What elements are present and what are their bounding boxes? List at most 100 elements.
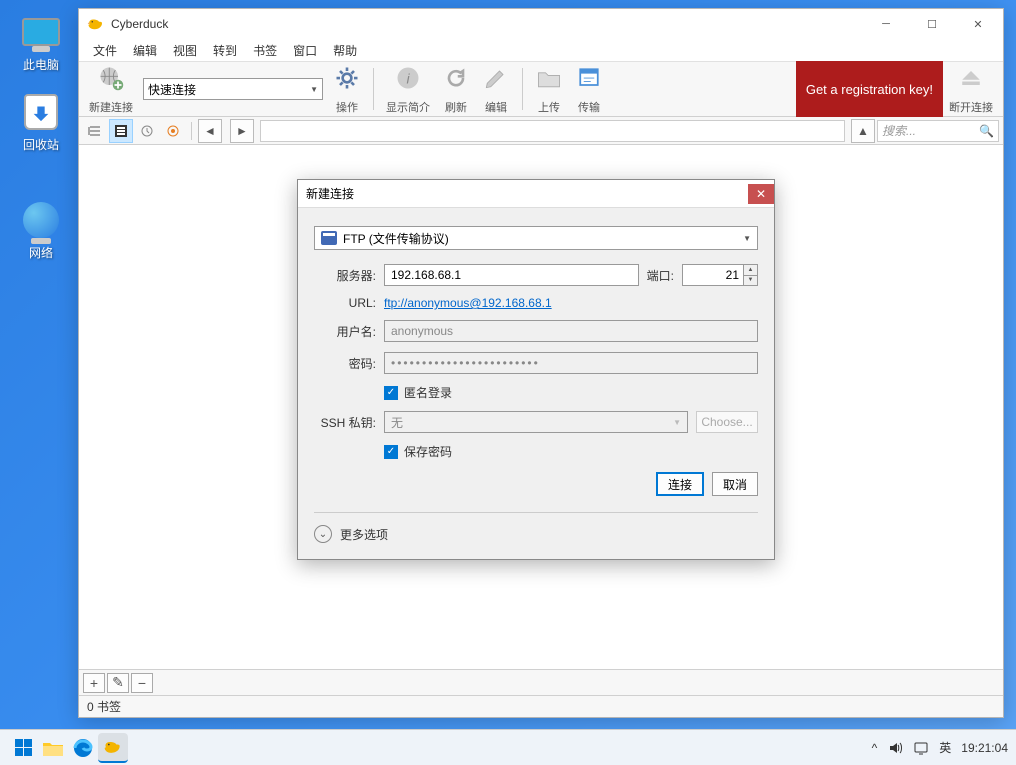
transfer-button[interactable]: 传输 <box>569 61 609 117</box>
nav-back-button[interactable]: ◄ <box>198 119 222 143</box>
search-input[interactable]: 搜索... 🔍 <box>877 120 999 142</box>
sshkey-label: SSH 私钥: <box>314 414 384 431</box>
save-password-checkbox[interactable]: ✓ <box>384 445 398 459</box>
chevron-down-icon: ⌄ <box>314 525 332 543</box>
password-label: 密码: <box>314 355 384 372</box>
chevron-down-icon: ▼ <box>310 85 318 94</box>
taskbar-cyberduck[interactable] <box>98 733 128 763</box>
info-icon: i <box>394 64 422 99</box>
pencil-icon <box>482 64 510 99</box>
view-bonjour-button[interactable] <box>161 119 185 143</box>
toolbar-label: 操作 <box>336 99 358 115</box>
path-input[interactable] <box>260 120 845 142</box>
toolbar-label: 上传 <box>538 99 560 115</box>
toolbar-label: 新建连接 <box>89 99 133 115</box>
toolbar-separator <box>191 122 192 140</box>
window-controls: ─ ☐ ✕ <box>863 9 1001 39</box>
view-outline-button[interactable] <box>83 119 107 143</box>
operations-button[interactable]: 操作 <box>327 61 367 117</box>
sub-toolbar: ◄ ► ▲ 搜索... 🔍 <box>79 117 1003 145</box>
toolbar-separator <box>522 68 523 110</box>
maximize-button[interactable]: ☐ <box>909 9 955 39</box>
duck-icon <box>87 15 105 33</box>
dialog-title: 新建连接 <box>306 185 354 202</box>
monitor-icon <box>21 12 61 52</box>
edit-button[interactable]: 编辑 <box>476 61 516 117</box>
more-options-toggle[interactable]: ⌄ 更多选项 <box>314 525 758 543</box>
add-bookmark-button[interactable]: + <box>83 673 105 693</box>
eject-icon <box>957 64 985 99</box>
network-icon[interactable] <box>913 740 929 756</box>
connect-button[interactable]: 连接 <box>656 472 704 496</box>
gear-icon <box>333 64 361 99</box>
disconnect-button[interactable]: 断开连接 <box>943 61 999 117</box>
nav-up-button[interactable]: ▲ <box>851 119 875 143</box>
edit-bookmark-button[interactable]: ✎ <box>107 673 129 693</box>
quick-connect-dropdown[interactable]: 快速连接 ▼ <box>143 78 323 100</box>
dialog-body: FTP (文件传输协议) ▼ 服务器: 端口: ▲▼ URL: ftp://an… <box>298 208 774 559</box>
nav-forward-button[interactable]: ► <box>230 119 254 143</box>
view-history-button[interactable] <box>135 119 159 143</box>
toolbar: 新建连接 快速连接 ▼ 操作 i 显示简介 刷新 编辑 上传 <box>79 61 1003 117</box>
dialog-close-button[interactable]: ✕ <box>748 184 774 204</box>
new-connection-dialog: 新建连接 ✕ FTP (文件传输协议) ▼ 服务器: 端口: ▲▼ URL: f… <box>297 179 775 560</box>
choose-key-button: Choose... <box>696 411 758 433</box>
new-connection-button[interactable]: 新建连接 <box>83 61 139 117</box>
desktop-icon-label: 网络 <box>6 244 76 261</box>
save-password-label: 保存密码 <box>404 443 452 460</box>
volume-icon[interactable] <box>887 740 903 756</box>
toolbar-label: 编辑 <box>485 99 507 115</box>
folder-icon <box>535 64 563 99</box>
protocol-select[interactable]: FTP (文件传输协议) ▼ <box>314 226 758 250</box>
dialog-title-bar: 新建连接 ✕ <box>298 180 774 208</box>
more-options-label: 更多选项 <box>340 526 388 543</box>
ime-indicator[interactable]: 英 <box>939 739 951 756</box>
taskbar-edge[interactable] <box>68 733 98 763</box>
taskbar-explorer[interactable] <box>38 733 68 763</box>
minimize-button[interactable]: ─ <box>863 9 909 39</box>
ftp-icon <box>321 231 337 245</box>
username-input <box>384 320 758 342</box>
menu-file[interactable]: 文件 <box>85 40 125 61</box>
protocol-label: FTP (文件传输协议) <box>343 230 449 247</box>
tray-expand-icon[interactable]: ^ <box>872 741 878 755</box>
registration-key-button[interactable]: Get a registration key! <box>796 61 943 117</box>
url-link[interactable]: ftp://anonymous@192.168.68.1 <box>384 296 552 310</box>
upload-button[interactable]: 上传 <box>529 61 569 117</box>
anonymous-label: 匿名登录 <box>404 384 452 401</box>
desktop-icon-computer[interactable]: 此电脑 <box>6 12 76 73</box>
start-button[interactable] <box>8 733 38 763</box>
menu-bar: 文件 编辑 视图 转到 书签 窗口 帮助 <box>79 39 1003 61</box>
remove-bookmark-button[interactable]: − <box>131 673 153 693</box>
quick-connect-label: 快速连接 <box>148 81 196 98</box>
toolbar-separator <box>373 68 374 110</box>
close-button[interactable]: ✕ <box>955 9 1001 39</box>
registration-key-label: Get a registration key! <box>806 82 933 97</box>
taskbar: ^ 英 19:21:04 <box>0 729 1016 765</box>
menu-edit[interactable]: 编辑 <box>125 40 165 61</box>
refresh-button[interactable]: 刷新 <box>436 61 476 117</box>
menu-window[interactable]: 窗口 <box>285 40 325 61</box>
port-input[interactable] <box>682 264 744 286</box>
toolbar-label: 断开连接 <box>949 99 993 115</box>
port-spinner[interactable]: ▲▼ <box>744 264 758 286</box>
cancel-button[interactable]: 取消 <box>712 472 758 496</box>
show-intro-button[interactable]: i 显示简介 <box>380 61 436 117</box>
view-list-button[interactable] <box>109 119 133 143</box>
server-input[interactable] <box>384 264 639 286</box>
anonymous-checkbox[interactable]: ✓ <box>384 386 398 400</box>
server-label: 服务器: <box>314 267 384 284</box>
desktop-icon-label: 回收站 <box>6 136 76 153</box>
menu-goto[interactable]: 转到 <box>205 40 245 61</box>
desktop-icon-recycle[interactable]: 回收站 <box>6 92 76 153</box>
menu-view[interactable]: 视图 <box>165 40 205 61</box>
menu-bookmark[interactable]: 书签 <box>245 40 285 61</box>
menu-help[interactable]: 帮助 <box>325 40 365 61</box>
desktop-icon-network[interactable]: 网络 <box>6 200 76 261</box>
password-input <box>384 352 758 374</box>
bottom-bar: + ✎ − <box>79 669 1003 695</box>
chevron-down-icon: ▼ <box>673 418 681 427</box>
search-icon: 🔍 <box>979 124 994 138</box>
clock[interactable]: 19:21:04 <box>961 741 1008 755</box>
transfer-icon <box>575 64 603 99</box>
